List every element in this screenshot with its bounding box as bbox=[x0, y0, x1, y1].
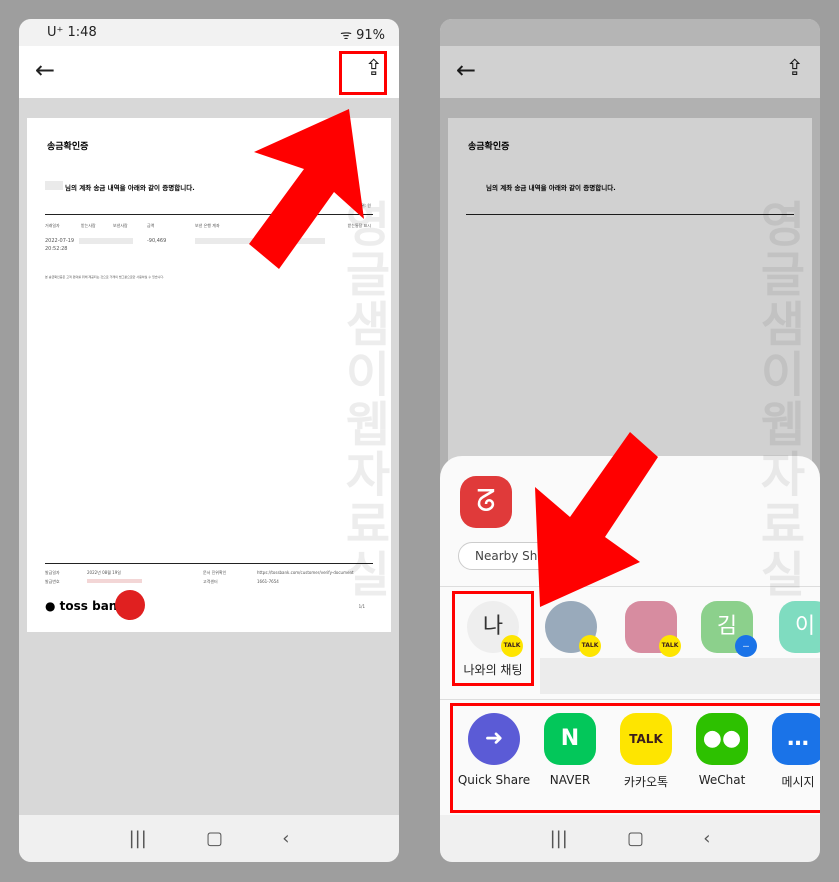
nav-bar: ||| ▢ ‹ bbox=[19, 815, 399, 862]
label: 고객센터 bbox=[203, 579, 218, 584]
page-number: 1/1 bbox=[358, 604, 365, 609]
col-header: 보낸사람 bbox=[113, 223, 128, 228]
seal-stamp bbox=[115, 590, 145, 620]
blurred-names bbox=[540, 658, 820, 694]
cs-phone: 1661-7654 bbox=[257, 579, 279, 584]
toss-bank-logo: ● toss bank bbox=[45, 599, 126, 613]
status-bar: U⁺ 1:48 ᯤ 91% bbox=[19, 19, 399, 46]
contact-lee[interactable]: 이 bbox=[770, 601, 820, 653]
back-nav-icon[interactable]: ‹ bbox=[282, 828, 289, 849]
highlight-box bbox=[450, 703, 820, 813]
doc-title: 송금확인증 bbox=[47, 142, 89, 152]
row-time: 20:52:28 bbox=[45, 246, 68, 252]
wifi-icon: ᯤ bbox=[340, 28, 352, 43]
back-arrow-icon[interactable]: ← bbox=[35, 56, 55, 84]
recent-apps-icon[interactable]: ||| bbox=[550, 828, 568, 849]
doc-subtitle: 님의 계좌 송금 내역을 아래와 같이 증명합니다. bbox=[65, 184, 195, 192]
home-icon[interactable]: ▢ bbox=[627, 828, 644, 849]
nav-bar: ||| ▢ ‹ bbox=[440, 815, 820, 862]
highlight-box bbox=[452, 591, 534, 686]
back-nav-icon[interactable]: ‹ bbox=[703, 828, 710, 849]
col-header: 받는사람 bbox=[81, 223, 96, 228]
battery: 91% bbox=[356, 28, 385, 43]
label: 발급일자 bbox=[45, 570, 60, 575]
row-amount: -90,469 bbox=[147, 238, 167, 244]
home-icon[interactable]: ▢ bbox=[206, 828, 223, 849]
time: 1:48 bbox=[67, 25, 97, 40]
app-bar: ← ⇪ bbox=[19, 46, 399, 98]
watermark: 영글샘이웹자료실 bbox=[750, 199, 806, 599]
col-header: 금액 bbox=[147, 223, 155, 228]
phone-share-sheet: ← ⇪ 송금확인증 님의 계좌 송금 내역을 아래와 같이 증명합니다. ᘔ N… bbox=[440, 19, 820, 862]
issue-date: 2022년 08월 19일 bbox=[87, 570, 121, 575]
phone-document-view: U⁺ 1:48 ᯤ 91% ← ⇪ 송금확인증 님의 계좌 송금 내역을 아래와… bbox=[19, 19, 399, 862]
red-arrow-annotation bbox=[249, 109, 364, 269]
recent-apps-icon[interactable]: ||| bbox=[129, 828, 147, 849]
highlight-box bbox=[339, 51, 387, 95]
col-header: 거래일자 bbox=[45, 223, 60, 228]
red-arrow-annotation bbox=[535, 432, 658, 607]
contact-kim[interactable]: 김… bbox=[692, 601, 762, 657]
label: 문서 진위확인 bbox=[203, 570, 227, 575]
doc-note: 본 송금확인증은 고객 편의를 위해 제공되는 것으로 거래의 법그활으로만 사… bbox=[45, 275, 165, 279]
col-header: 보낸 은행 계좌 bbox=[195, 223, 220, 228]
pdf-icon: ᘔ bbox=[460, 476, 512, 528]
row-date: 2022-07-19 bbox=[45, 238, 75, 244]
carrier: U⁺ bbox=[47, 25, 64, 40]
label: 발급번호 bbox=[45, 579, 60, 584]
